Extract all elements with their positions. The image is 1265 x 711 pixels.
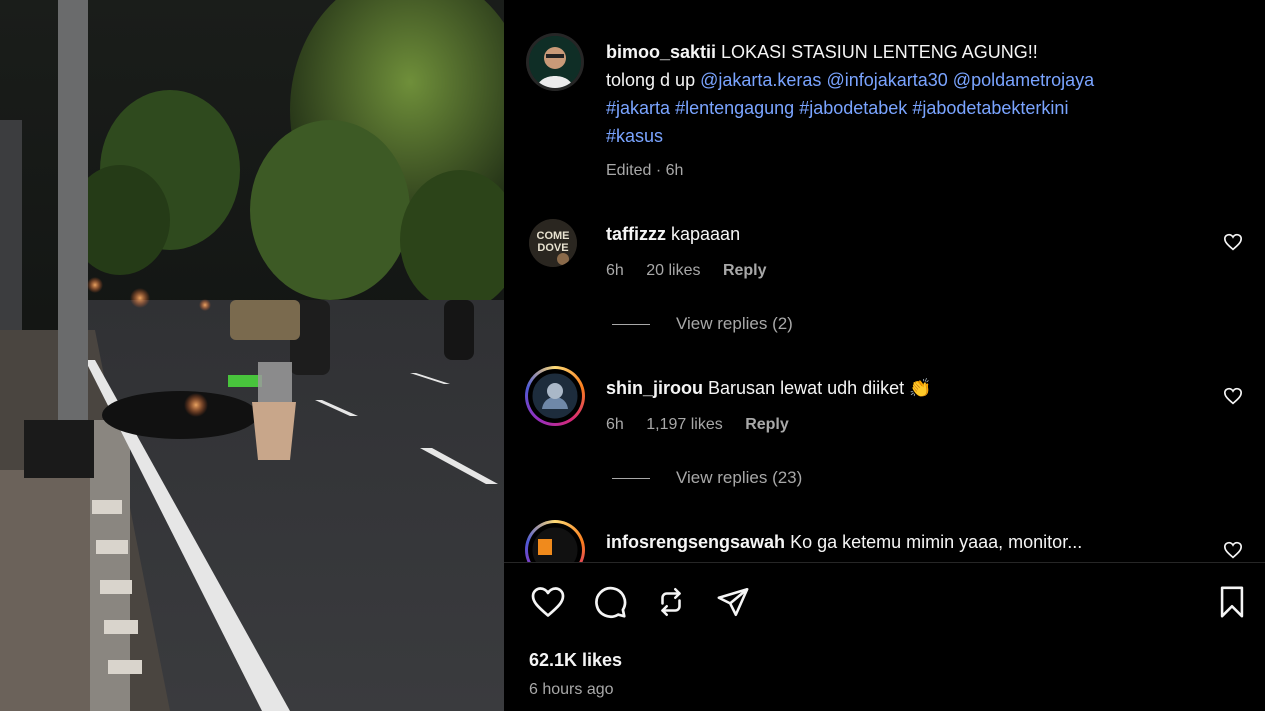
commenter-avatar[interactable]: COME DOVE: [529, 219, 577, 267]
avatar-anime-icon: [529, 370, 581, 422]
comment-like-heart-icon[interactable]: [1223, 233, 1243, 251]
comment-username[interactable]: taffizzz: [606, 224, 666, 244]
post-detail-panel: bimoo_saktii LOKASI STASIUN LENTENG AGUN…: [504, 0, 1265, 711]
caption-text: LOKASI STASIUN LENTENG AGUNG!!: [721, 42, 1038, 62]
comment-username[interactable]: shin_jiroou: [606, 378, 703, 398]
view-replies-line: [612, 323, 650, 325]
view-replies-line: [612, 477, 650, 479]
commenter-avatar[interactable]: [528, 369, 582, 423]
comment-body: infosrengsengsawah Ko ga ketemu mimin ya…: [606, 530, 1195, 554]
actions-divider: [504, 562, 1265, 563]
view-replies-button[interactable]: View replies (2): [612, 314, 793, 334]
view-replies-label: View replies (23): [676, 468, 803, 487]
caption-line-2: tolong d up: [606, 70, 696, 90]
comment-icon: [595, 586, 627, 618]
mention-link[interactable]: @infojakarta30: [826, 70, 947, 90]
repost-button[interactable]: [651, 582, 691, 622]
comment-time: 6h: [606, 262, 624, 279]
post-action-bar: [504, 582, 1265, 626]
view-replies-label: View replies (2): [676, 314, 793, 333]
likes-count[interactable]: 62.1K likes: [529, 650, 622, 671]
repost-icon: [661, 587, 681, 617]
comment-like-heart-icon[interactable]: [1223, 387, 1243, 405]
avatar-portrait-icon: [529, 36, 581, 88]
share-button[interactable]: [713, 582, 753, 622]
send-icon: [717, 587, 749, 617]
reply-button[interactable]: Reply: [723, 262, 767, 279]
save-button[interactable]: [1212, 582, 1252, 622]
hashtag-link[interactable]: #lentengagung: [675, 98, 794, 118]
post-media[interactable]: [0, 0, 504, 711]
caption-edited-time: Edited · 6h: [606, 162, 684, 179]
bookmark-icon: [1220, 586, 1244, 618]
comment-time: 6h: [606, 416, 624, 433]
mention-link[interactable]: @jakarta.keras: [700, 70, 821, 90]
comment-text: Ko ga ketemu mimin yaaa, monitor...: [790, 532, 1083, 552]
comment-body: taffizzz kapaaan: [606, 222, 1195, 246]
svg-text:DOVE: DOVE: [537, 242, 568, 254]
comment-meta: 6h 20 likes Reply: [606, 262, 1195, 280]
post-caption: bimoo_saktii LOKASI STASIUN LENTENG AGUN…: [606, 38, 1195, 150]
svg-text:COME: COME: [537, 230, 570, 242]
heart-icon: [531, 587, 565, 617]
comment-button[interactable]: [590, 582, 630, 622]
comment-like-heart-icon[interactable]: [1223, 541, 1243, 559]
comment-text: Barusan lewat udh diiket: [708, 378, 905, 398]
hashtag-link[interactable]: #kasus: [606, 126, 663, 146]
comments-scroll[interactable]: bimoo_saktii LOKASI STASIUN LENTENG AGUN…: [504, 0, 1265, 562]
clap-emoji: 👏: [909, 378, 932, 398]
hashtag-link[interactable]: #jabodetabekterkini: [912, 98, 1068, 118]
author-avatar[interactable]: [529, 36, 581, 88]
comment-likes[interactable]: 1,197 likes: [646, 416, 723, 433]
view-replies-button[interactable]: View replies (23): [612, 468, 802, 488]
hashtag-link[interactable]: #jakarta: [606, 98, 670, 118]
street-scene-image: [0, 0, 504, 711]
comment-likes[interactable]: 20 likes: [646, 262, 700, 279]
comment-body: shin_jiroou Barusan lewat udh diiket 👏: [606, 376, 1195, 400]
comment-meta: 6h 1,197 likes Reply: [606, 416, 1195, 434]
comment-text: kapaaan: [671, 224, 741, 244]
hashtag-link[interactable]: #jabodetabek: [799, 98, 907, 118]
reply-button[interactable]: Reply: [745, 416, 789, 433]
post-timestamp: 6 hours ago: [529, 681, 614, 698]
like-button[interactable]: [528, 582, 568, 622]
comment-username[interactable]: infosrengsengsawah: [606, 532, 785, 552]
mention-link[interactable]: @poldametrojaya: [953, 70, 1094, 90]
author-username[interactable]: bimoo_saktii: [606, 42, 716, 62]
avatar-text-icon: COME DOVE: [529, 219, 577, 267]
